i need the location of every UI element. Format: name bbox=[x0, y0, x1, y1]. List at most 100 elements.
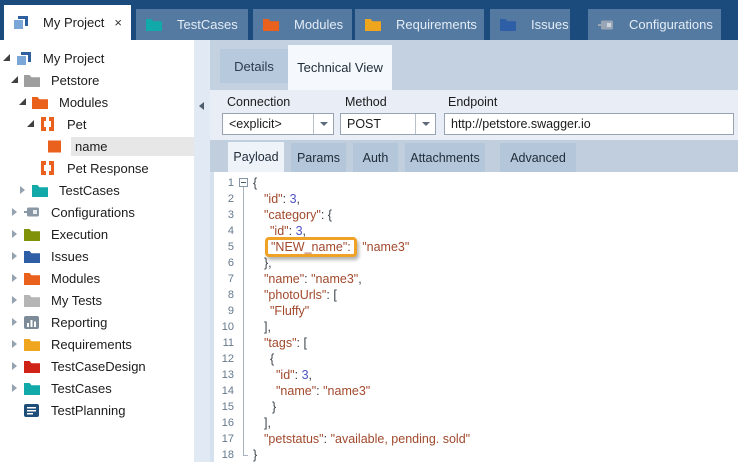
tree-item-testcases[interactable]: TestCases bbox=[0, 377, 194, 399]
expander-icon[interactable] bbox=[11, 384, 20, 393]
tab-configurations[interactable]: Configurations bbox=[588, 9, 721, 40]
payload-tab-strip: Payload Params Auth Attachments Advanced bbox=[210, 140, 738, 172]
method-select[interactable]: POST bbox=[340, 113, 436, 135]
module-icon bbox=[40, 117, 57, 132]
tab-params[interactable]: Params bbox=[291, 143, 346, 172]
code-line[interactable]: 15} bbox=[210, 399, 738, 415]
panel-splitter[interactable] bbox=[194, 40, 210, 462]
expander-icon[interactable] bbox=[11, 296, 20, 305]
tree-item-testcases[interactable]: TestCases bbox=[0, 179, 194, 201]
tree-item-testplanning[interactable]: TestPlanning bbox=[0, 399, 194, 421]
code-line[interactable]: 16], bbox=[210, 415, 738, 431]
tree-item-label: Modules bbox=[55, 93, 112, 112]
tab-label: Configurations bbox=[629, 17, 713, 32]
code-line[interactable]: 3"category": { bbox=[210, 207, 738, 223]
fold-column bbox=[236, 431, 253, 447]
code-line[interactable]: 11"tags": [ bbox=[210, 335, 738, 351]
expander-icon[interactable] bbox=[11, 274, 20, 283]
tab-technical-view[interactable]: Technical View bbox=[288, 45, 392, 90]
tree-item-label: Petstore bbox=[47, 71, 103, 90]
code-line[interactable]: 14"name": "name3" bbox=[210, 383, 738, 399]
connection-label: Connection bbox=[227, 95, 290, 109]
chevron-down-icon[interactable] bbox=[313, 114, 333, 134]
code-text: }, bbox=[253, 255, 272, 271]
expander-icon[interactable] bbox=[27, 120, 36, 129]
fold-column bbox=[236, 399, 253, 415]
tree-item-modules[interactable]: Modules bbox=[0, 91, 194, 113]
tree-item-reporting[interactable]: Reporting bbox=[0, 311, 194, 333]
chevron-down-icon[interactable] bbox=[415, 114, 435, 134]
code-text: "petstatus": "available, pending. sold" bbox=[253, 431, 470, 447]
connection-select[interactable]: <explicit> bbox=[222, 113, 334, 135]
fold-column bbox=[236, 319, 253, 335]
expander-icon[interactable] bbox=[11, 230, 20, 239]
fold-toggle-icon[interactable] bbox=[239, 178, 248, 187]
tree-item-label: Execution bbox=[47, 225, 112, 244]
expander-icon[interactable] bbox=[11, 362, 20, 371]
expander-icon[interactable] bbox=[11, 76, 20, 85]
tree-item-name[interactable]: name bbox=[0, 135, 194, 157]
module-icon bbox=[40, 161, 57, 176]
tree-item-label: Pet Response bbox=[63, 159, 153, 178]
endpoint-input[interactable]: http://petstore.swagger.io bbox=[444, 113, 734, 135]
fold-column bbox=[236, 223, 253, 239]
planning-icon bbox=[24, 403, 41, 418]
code-line[interactable]: 17"petstatus": "available, pending. sold… bbox=[210, 431, 738, 447]
expander-icon[interactable] bbox=[19, 98, 28, 107]
tree-item-issues[interactable]: Issues bbox=[0, 245, 194, 267]
tab-details[interactable]: Details bbox=[220, 49, 288, 83]
tree-item-modules[interactable]: Modules bbox=[0, 267, 194, 289]
expander-icon[interactable] bbox=[11, 208, 20, 217]
code-line[interactable]: 1{ bbox=[210, 175, 738, 191]
tree-item-requirements[interactable]: Requirements bbox=[0, 333, 194, 355]
tab-requirements[interactable]: Requirements bbox=[355, 9, 484, 40]
tree-item-my-tests[interactable]: My Tests bbox=[0, 289, 194, 311]
expander-icon[interactable] bbox=[11, 318, 20, 327]
tab-testcases[interactable]: TestCases bbox=[136, 9, 248, 40]
tree-item-my-project[interactable]: My Project bbox=[0, 47, 194, 69]
expander-icon[interactable] bbox=[19, 186, 28, 195]
tab-issues[interactable]: Issues bbox=[490, 9, 570, 40]
tree-item-configurations[interactable]: Configurations bbox=[0, 201, 194, 223]
code-line[interactable]: 7"name": "name3", bbox=[210, 271, 738, 287]
fold-column bbox=[236, 255, 253, 271]
tree-item-label: Modules bbox=[47, 269, 104, 288]
code-text: ], bbox=[253, 415, 271, 431]
code-line[interactable]: 8"photoUrls": [ bbox=[210, 287, 738, 303]
tree-item-pet-response[interactable]: Pet Response bbox=[0, 157, 194, 179]
tree-item-execution[interactable]: Execution bbox=[0, 223, 194, 245]
tab-payload[interactable]: Payload bbox=[228, 142, 284, 172]
tab-attachments[interactable]: Attachments bbox=[405, 143, 485, 172]
code-line[interactable]: 12{ bbox=[210, 351, 738, 367]
tree-item-testcasedesign[interactable]: TestCaseDesign bbox=[0, 355, 194, 377]
tab-my-project[interactable]: My Project × bbox=[4, 5, 131, 40]
code-line[interactable]: 13"id": 3, bbox=[210, 367, 738, 383]
request-form: Connection Method Endpoint <explicit> PO… bbox=[210, 90, 738, 140]
tab-advanced[interactable]: Advanced bbox=[500, 143, 576, 172]
code-line[interactable]: 10], bbox=[210, 319, 738, 335]
code-line[interactable]: 5"NEW_name": "name3" bbox=[210, 239, 738, 255]
folder-teal-icon bbox=[146, 17, 163, 32]
tab-modules[interactable]: Modules bbox=[253, 9, 352, 40]
collapse-sidebar-arrow[interactable] bbox=[199, 102, 204, 110]
expander-icon[interactable] bbox=[11, 252, 20, 261]
close-icon[interactable]: × bbox=[114, 16, 122, 29]
fold-column bbox=[236, 271, 253, 287]
code-line[interactable]: 6}, bbox=[210, 255, 738, 271]
expander-icon bbox=[35, 142, 44, 151]
code-line[interactable]: 9"Fluffy" bbox=[210, 303, 738, 319]
expander-icon[interactable] bbox=[11, 340, 20, 349]
fold-column bbox=[236, 239, 253, 255]
code-line[interactable]: 18} bbox=[210, 447, 738, 463]
expander-icon[interactable] bbox=[3, 54, 12, 63]
tree-item-petstore[interactable]: Petstore bbox=[0, 69, 194, 91]
payload-json-editor[interactable]: 1{2"id": 3,3"category": {4"id": 3,5"NEW_… bbox=[210, 172, 738, 462]
editor-margin bbox=[210, 172, 214, 462]
tab-auth[interactable]: Auth bbox=[353, 143, 398, 172]
code-line[interactable]: 2"id": 3, bbox=[210, 191, 738, 207]
connection-value: <explicit> bbox=[223, 117, 282, 131]
main-panel: Details Technical View Connection Method… bbox=[210, 40, 738, 462]
tree-item-pet[interactable]: Pet bbox=[0, 113, 194, 135]
tree-item-label: Pet bbox=[63, 115, 91, 134]
fold-column bbox=[236, 367, 253, 383]
